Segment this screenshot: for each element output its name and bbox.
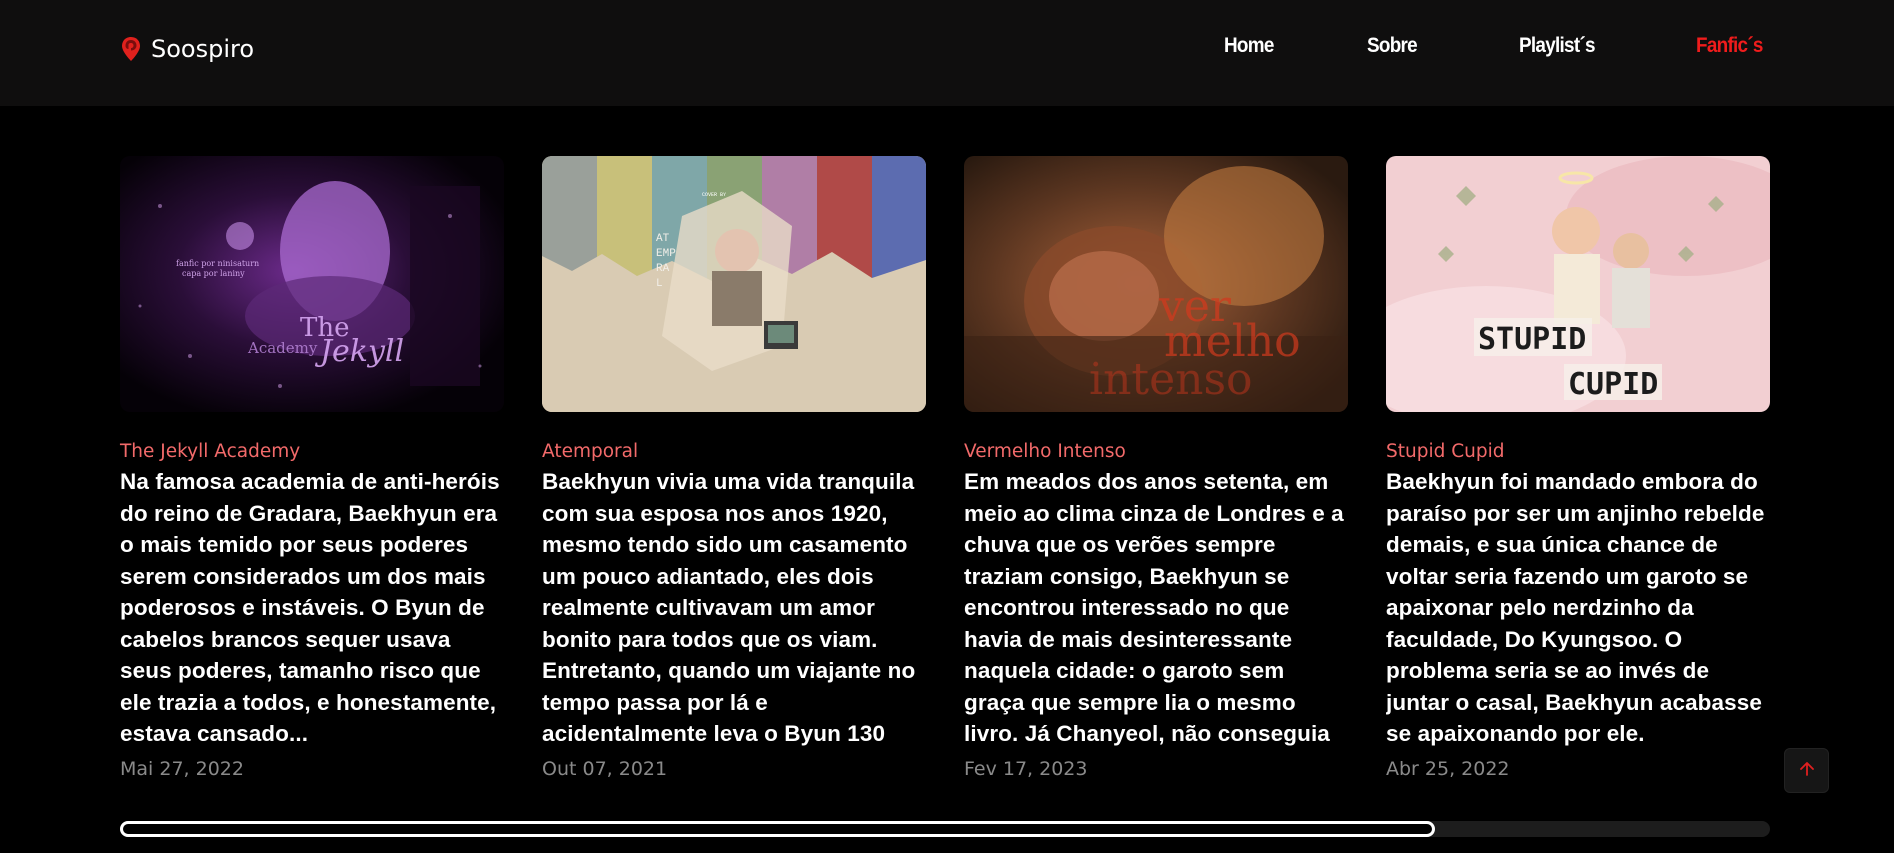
nav-link-sobre[interactable]: Sobre <box>1367 34 1418 58</box>
fanfic-title[interactable]: The Jekyll Academy <box>120 441 504 462</box>
fanfic-card[interactable]: The Jekyll Academy fanfic por ninisaturn… <box>120 156 504 780</box>
fanfic-title[interactable]: Stupid Cupid <box>1386 441 1770 462</box>
fanfic-card[interactable]: STUPID CUPID Stupid Cupid Baekhyun foi m… <box>1386 156 1770 780</box>
fanfic-description: Na famosa academia de anti-heróis do rei… <box>120 469 500 746</box>
fanfic-date: Fev 17, 2023 <box>964 758 1088 780</box>
svg-text:fanfic por ninisaturn: fanfic por ninisaturn <box>176 259 259 268</box>
fanfic-cover-image[interactable]: ver melho intenso <box>964 156 1348 412</box>
carousel-scrollbar[interactable] <box>120 821 1770 837</box>
fanfic-title[interactable]: Vermelho Intenso <box>964 441 1348 462</box>
back-to-top-button[interactable] <box>1784 748 1829 793</box>
fanfic-description: Em meados dos anos setenta, em meio ao c… <box>964 469 1344 746</box>
arrow-up-icon <box>1799 761 1815 780</box>
scrollbar-thumb[interactable] <box>120 821 1436 837</box>
nav-link-fanfics[interactable]: Fanfic´s <box>1696 34 1763 58</box>
fanfic-card[interactable]: AT EMP RA L COVER BY Atemporal Baekhyun … <box>542 156 926 780</box>
fanfic-date: Abr 25, 2022 <box>1386 758 1510 780</box>
fanfic-cover-image[interactable]: STUPID CUPID <box>1386 156 1770 412</box>
svg-text:CUPID: CUPID <box>1568 367 1658 402</box>
svg-text:Jekyll: Jekyll <box>314 334 404 369</box>
fanfic-description: Baekhyun vivia uma vida tranquila com su… <box>542 469 916 746</box>
brand[interactable]: Soospiro <box>121 34 254 64</box>
brand-name: Soospiro <box>151 35 255 63</box>
svg-text:Academy: Academy <box>247 339 318 357</box>
svg-text:RA: RA <box>656 263 670 275</box>
fanfic-card[interactable]: ver melho intenso Vermelho Intenso Em me… <box>964 156 1348 780</box>
svg-text:L: L <box>656 278 663 290</box>
svg-text:capa por laniny: capa por laniny <box>182 269 245 278</box>
svg-text:STUPID: STUPID <box>1478 322 1586 357</box>
svg-text:EMP: EMP <box>656 248 676 260</box>
svg-text:AT: AT <box>656 233 670 245</box>
location-pin-icon <box>121 36 141 62</box>
svg-text:intenso: intenso <box>1089 354 1253 405</box>
fanfic-date: Mai 27, 2022 <box>120 758 244 780</box>
fanfic-cover-image[interactable]: The Jekyll Academy fanfic por ninisaturn… <box>120 156 504 412</box>
fanfic-date: Out 07, 2021 <box>542 758 668 780</box>
nav-link-home[interactable]: Home <box>1224 34 1274 58</box>
fanfic-description: Baekhyun foi mandado embora do paraíso p… <box>1386 469 1765 746</box>
nav-link-playlists[interactable]: Playlist´s <box>1519 34 1596 58</box>
top-navbar: Soospiro Home Sobre Playlist´s Fanfic´s <box>0 0 1894 106</box>
fanfic-title[interactable]: Atemporal <box>542 441 926 462</box>
svg-text:COVER BY: COVER BY <box>702 192 726 198</box>
fanfic-cover-image[interactable]: AT EMP RA L COVER BY <box>542 156 926 412</box>
fanfic-carousel: The Jekyll Academy fanfic por ninisaturn… <box>120 156 1770 821</box>
